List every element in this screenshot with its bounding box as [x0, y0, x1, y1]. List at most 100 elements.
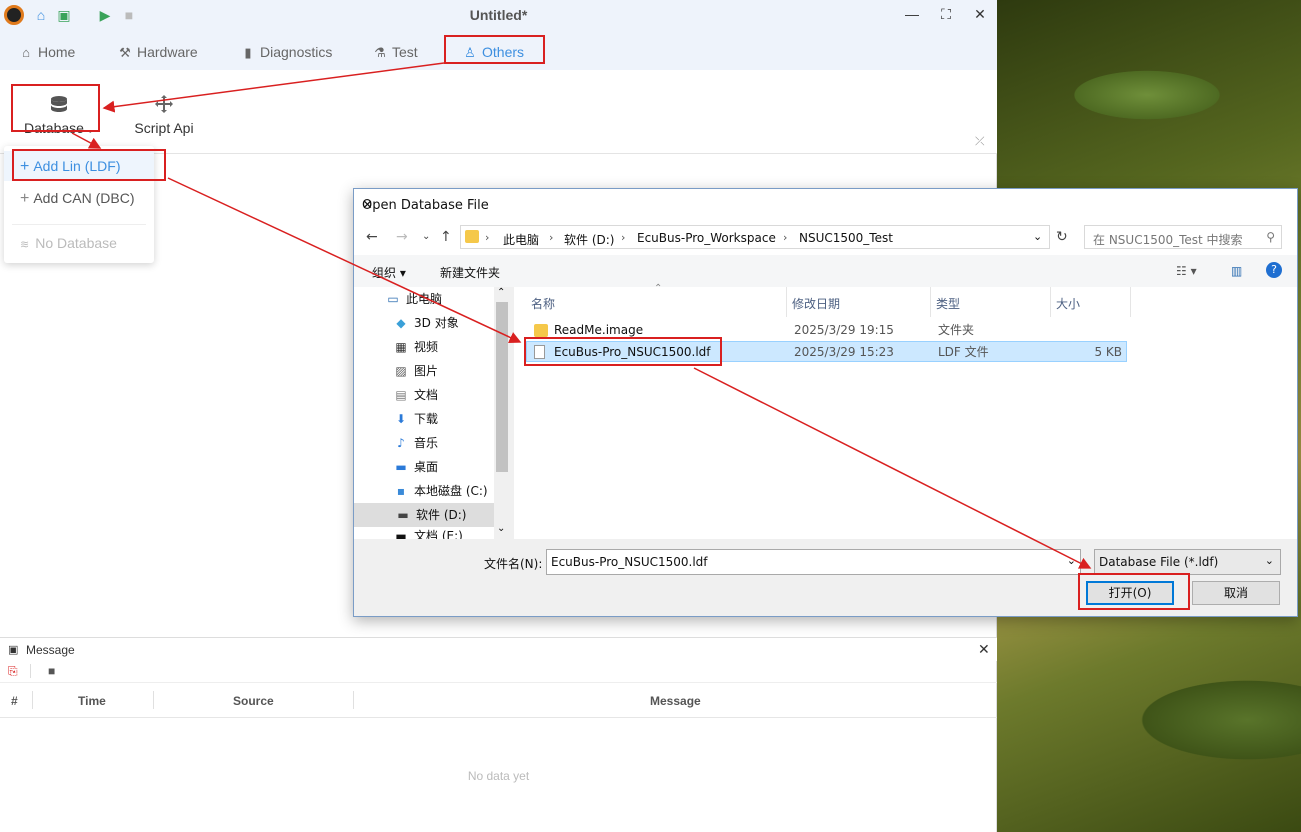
video-icon: ▦ [395, 340, 407, 354]
back-icon[interactable]: ← [366, 229, 378, 245]
terminal-icon: ▣ [8, 644, 19, 656]
no-database-item: ≋ No Database [20, 235, 117, 251]
script-api-button[interactable]: Script Api [132, 94, 196, 136]
nav-item-drive-e[interactable]: ▬ 文档 (E:) [392, 527, 462, 539]
breadcrumb-separator: › [485, 231, 490, 244]
nav-item-videos[interactable]: ▦ 视频 [392, 335, 438, 359]
breadcrumb-nsuc1500-test[interactable]: NSUC1500_Test [799, 231, 893, 245]
dialog-close-icon[interactable]: ✕ [362, 198, 1289, 213]
message-panel-title: Message [26, 643, 75, 657]
download-icon: ⬇ [395, 412, 407, 426]
filename-label: 文件名(N): [484, 557, 543, 571]
music-icon: ♪ [397, 436, 405, 450]
nav-item-pictures[interactable]: ▨ 图片 [392, 359, 438, 383]
clear-icon[interactable]: ⎘ [8, 664, 18, 679]
computer-icon: ▭ [387, 292, 399, 306]
nav-item-drive-d[interactable]: ▬ 软件 (D:) [354, 503, 494, 527]
navigation-pane: ▭ 此电脑 ◆ 3D 对象 ▦ 视频 ▨ 图片 ▤ 文档 ⬇ 下载 ♪ 音乐 ▬ 桌面 ▪ 本地磁… [354, 287, 510, 539]
dialog-toolbar: 组织 ▾ 新建文件夹 ☷ ▾ ▥ ? [354, 255, 1297, 287]
breadcrumb-this-pc[interactable]: 此电脑 [503, 231, 539, 248]
nav-item-3d-objects[interactable]: ◆ 3D 对象 [392, 311, 458, 335]
drive-icon: ▬ [397, 508, 409, 522]
scroll-thumb[interactable] [496, 302, 508, 472]
plus-icon: + [20, 190, 30, 207]
annotation-box-add-lin [12, 149, 166, 181]
home-icon: ⌂ [22, 45, 30, 60]
tab-hardware[interactable]: ⚒ Hardware [117, 42, 198, 62]
nav-item-drive-c[interactable]: ▪ 本地磁盘 (C:) [392, 479, 488, 503]
document-icon: ▤ [395, 388, 407, 402]
column-divider [32, 691, 33, 709]
hammer-icon: ⚒ [119, 45, 131, 60]
flask-icon: ⚗ [374, 45, 386, 60]
refresh-icon[interactable]: ↻ [1056, 229, 1068, 245]
close-panel-icon[interactable]: ✕ [978, 641, 990, 658]
menu-divider [12, 224, 146, 225]
forward-icon[interactable]: → [396, 229, 408, 245]
database-icon: ≋ [20, 239, 30, 251]
breadcrumb-drive-d[interactable]: 软件 (D:) [564, 231, 614, 248]
filename-input[interactable]: EcuBus-Pro_NSUC1500.ldf ⌄ [546, 549, 1081, 575]
view-options-icon[interactable]: ☷ ▾ [1176, 264, 1197, 278]
cube-icon: ◆ [396, 316, 406, 330]
annotation-box-open-button [1078, 573, 1190, 610]
recent-chevron-icon[interactable]: ⌄ [422, 231, 430, 242]
column-divider [353, 691, 354, 709]
annotation-box-ldf-file [524, 337, 722, 366]
maximize-button[interactable]: ⛶ [935, 4, 957, 24]
scroll-down-icon[interactable]: ⌄ [497, 523, 505, 534]
close-button[interactable]: ✕ [969, 4, 991, 24]
tab-test[interactable]: ⚗ Test [372, 42, 418, 62]
nav-item-documents[interactable]: ▤ 文档 [392, 383, 438, 407]
unpin-icon[interactable]: ⤫ [975, 134, 985, 149]
search-input[interactable]: 在 NSUC1500_Test 中搜索 ⚲ [1084, 225, 1282, 249]
desktop-icon: ▬ [395, 460, 407, 474]
column-index: # [11, 694, 18, 708]
folder-icon [465, 230, 479, 243]
column-size[interactable]: 大小 [1056, 295, 1080, 312]
title-bar: ⌂ ▣ ▶ ■ Untitled* — ⛶ ✕ [0, 0, 997, 30]
breadcrumb-workspace[interactable]: EcuBus-Pro_Workspace [637, 231, 776, 245]
minimize-button[interactable]: — [901, 4, 923, 24]
nav-item-this-pc[interactable]: ▭ 此电脑 [384, 287, 442, 311]
column-divider [786, 287, 787, 317]
tab-diagnostics[interactable]: ▮ Diagnostics [240, 42, 332, 62]
up-icon[interactable]: ↑ [440, 229, 452, 245]
drive-icon: ▪ [396, 484, 406, 498]
column-divider [153, 691, 154, 709]
column-message[interactable]: Message [650, 694, 701, 708]
help-icon[interactable]: ? [1266, 262, 1282, 278]
cancel-button[interactable]: 取消 [1192, 581, 1280, 605]
breadcrumb-separator: › [621, 231, 626, 244]
address-row: ← → ⌄ ↑ › 此电脑 › 软件 (D:) › EcuBus-Pro_Wor… [354, 221, 1297, 255]
preview-pane-icon[interactable]: ▥ [1231, 264, 1242, 278]
column-date[interactable]: 修改日期 [792, 295, 840, 312]
organize-button[interactable]: 组织 ▾ [372, 264, 406, 281]
column-name[interactable]: 名称 [531, 295, 555, 312]
save-log-icon[interactable]: ■ [48, 664, 55, 678]
add-can-dbc-item[interactable]: + Add CAN (DBC) [4, 183, 154, 213]
chevron-down-icon: ⌄ [1264, 554, 1274, 567]
column-source[interactable]: Source [233, 694, 274, 708]
column-divider [930, 287, 931, 317]
chevron-down-icon[interactable]: ⌄ [1067, 554, 1076, 567]
tab-home[interactable]: ⌂ Home [18, 42, 75, 62]
diagnostics-icon: ▮ [244, 45, 252, 60]
filetype-select[interactable]: Database File (*.ldf) ⌄ [1094, 549, 1281, 575]
move-arrows-icon [155, 95, 173, 113]
search-icon: ⚲ [1266, 230, 1275, 244]
open-database-dialog: Open Database File ✕ ← → ⌄ ↑ › 此电脑 › 软件 … [353, 188, 1298, 617]
empty-state-text: No data yet [467, 769, 530, 783]
annotation-box-others-tab [444, 35, 545, 64]
nav-item-downloads[interactable]: ⬇ 下载 [392, 407, 438, 431]
breadcrumb-separator: › [549, 231, 554, 244]
nav-item-music[interactable]: ♪ 音乐 [392, 431, 438, 455]
ribbon-toolbar: Database ⌄ Script Api ⤫ [0, 70, 997, 154]
column-time[interactable]: Time [78, 694, 106, 708]
nav-item-desktop[interactable]: ▬ 桌面 [392, 455, 438, 479]
column-type[interactable]: 类型 [936, 295, 960, 312]
scroll-up-icon[interactable]: ⌃ [497, 287, 505, 298]
address-bar[interactable]: › 此电脑 › 软件 (D:) › EcuBus-Pro_Workspace ›… [460, 225, 1050, 249]
new-folder-button[interactable]: 新建文件夹 [440, 264, 500, 281]
address-dropdown-icon[interactable]: ⌄ [1033, 230, 1042, 243]
